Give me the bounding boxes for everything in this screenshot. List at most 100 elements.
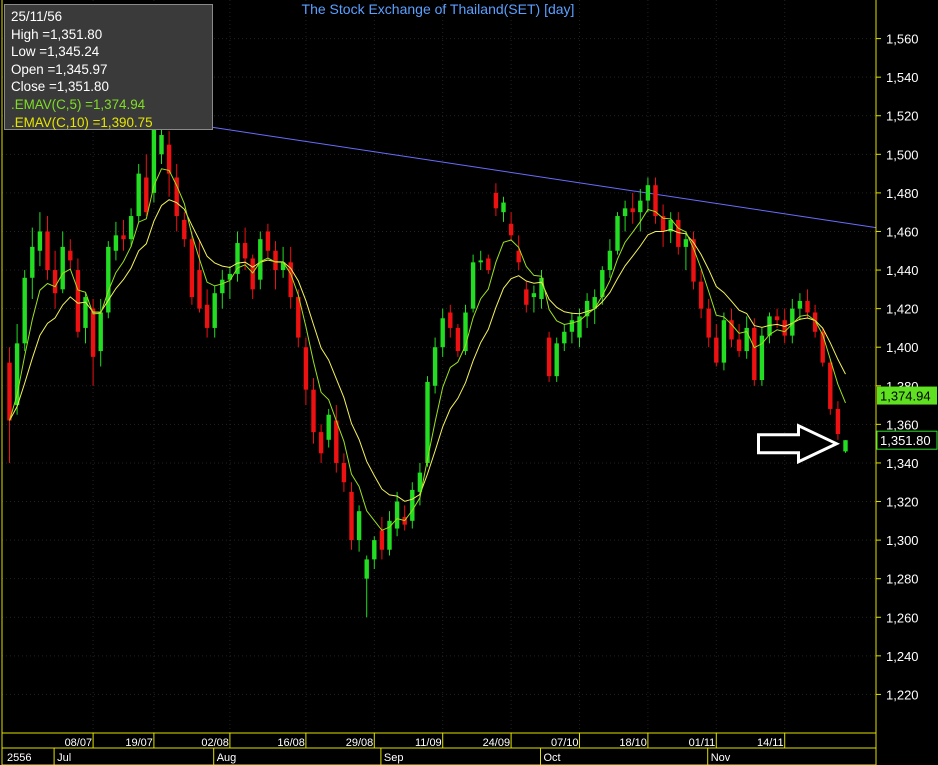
candle-body: [394, 501, 400, 529]
candle-body: [508, 223, 514, 236]
candle-body: [45, 231, 50, 271]
candle-body: [835, 408, 841, 435]
candle-body: [683, 239, 689, 247]
value-tag-label: 1,351.80: [880, 433, 931, 448]
candle-body: [736, 339, 742, 352]
candle-body: [774, 316, 780, 321]
date-tick-label: 24/09: [483, 737, 511, 749]
candle-body: [311, 389, 316, 433]
date-tick-label: 19/07: [125, 737, 153, 749]
candle-body: [75, 270, 81, 332]
candle-body: [90, 308, 96, 357]
date-tick-label: 02/08: [201, 737, 229, 749]
date-tick-label: 07/10: [551, 737, 579, 749]
candle-body: [554, 343, 559, 377]
candle-body: [349, 491, 354, 541]
candle-body: [98, 312, 103, 352]
month-label: Nov: [711, 752, 731, 764]
price-tick-label: 1,460: [886, 224, 919, 239]
info-low: Low =1,345.24: [11, 44, 100, 60]
date-tick-label: 14/11: [757, 737, 784, 749]
month-label: Aug: [217, 752, 237, 764]
candle-body: [144, 177, 149, 213]
candle-body: [273, 250, 278, 271]
info-date: 25/11/56: [11, 9, 63, 24]
candle-body: [622, 208, 628, 217]
candle-body: [258, 239, 263, 280]
price-tick-label: 1,280: [886, 572, 919, 587]
candle-body: [805, 300, 810, 313]
candle-body: [630, 208, 635, 213]
candle-body: [52, 270, 58, 294]
price-tick-label: 1,340: [886, 456, 919, 471]
price-tick-label: 1,400: [886, 340, 919, 355]
candle-body: [676, 219, 681, 247]
candle-body: [37, 231, 43, 251]
candle-body: [68, 250, 73, 261]
candle-body: [318, 432, 324, 454]
candle-body: [645, 185, 651, 201]
candle-body: [204, 304, 210, 328]
price-tick-label: 1,560: [886, 32, 919, 47]
candle-body: [341, 462, 347, 483]
candle-body: [212, 293, 217, 328]
candle-body: [242, 243, 248, 259]
candle-body: [159, 135, 164, 155]
candle-body: [843, 440, 848, 452]
info-ema5: .EMAV(C,5) =1,374.94: [11, 96, 146, 112]
candle-body: [448, 312, 453, 328]
candle-body: [364, 559, 369, 579]
month-label: 2556: [7, 752, 31, 764]
price-tick-label: 1,260: [886, 610, 919, 625]
candle-body: [531, 293, 537, 298]
candle-body: [303, 347, 309, 390]
candle-body: [128, 216, 134, 240]
date-tick-label: 11/09: [415, 737, 442, 749]
info-close: Close =1,351.80: [11, 79, 109, 95]
chart-title: The Stock Exchange of Thailand(SET) [day…: [302, 1, 575, 17]
candle-body: [60, 246, 65, 290]
month-label: Oct: [544, 752, 561, 764]
candle-body: [478, 260, 483, 263]
price-tick-label: 1,520: [886, 109, 919, 124]
candle-body: [820, 331, 825, 363]
date-tick-label: 08/07: [65, 737, 93, 749]
candle-body: [546, 337, 552, 377]
price-tick-label: 1,220: [886, 687, 919, 702]
candle-body: [113, 235, 119, 251]
candle-body: [166, 144, 172, 174]
candle-body: [501, 202, 506, 213]
candle-body: [136, 173, 141, 217]
candle-body: [379, 530, 385, 550]
date-tick-label: 16/08: [277, 737, 305, 749]
candle-body: [714, 337, 719, 363]
date-tick-label: 29/08: [346, 737, 374, 749]
month-label: Jul: [57, 752, 71, 764]
candle-body: [607, 250, 613, 271]
candle-body: [721, 320, 727, 363]
candle-body: [326, 414, 331, 440]
candle-body: [220, 279, 225, 294]
candle-body: [235, 243, 240, 274]
value-tag-label: 1,374.94: [880, 389, 931, 404]
candle-body: [121, 235, 126, 240]
candle-body: [372, 540, 377, 560]
candle-body: [356, 511, 362, 541]
candle-body: [455, 327, 461, 352]
candle-body: [569, 320, 575, 332]
candle-body: [265, 231, 271, 251]
date-tick-label: 18/10: [619, 737, 647, 749]
price-tick-label: 1,300: [886, 533, 919, 548]
candle-body: [706, 308, 711, 338]
candle-body: [470, 262, 476, 309]
candle-body: [432, 347, 438, 386]
candle-body: [752, 327, 757, 381]
candle-body: [334, 420, 339, 463]
candle-body: [562, 331, 567, 344]
candle-body: [22, 277, 27, 344]
candle-body: [615, 216, 620, 251]
price-tick-label: 1,540: [886, 70, 919, 85]
price-tick-label: 1,500: [886, 147, 919, 162]
price-tick-label: 1,440: [886, 263, 919, 278]
candle-body: [182, 219, 187, 240]
